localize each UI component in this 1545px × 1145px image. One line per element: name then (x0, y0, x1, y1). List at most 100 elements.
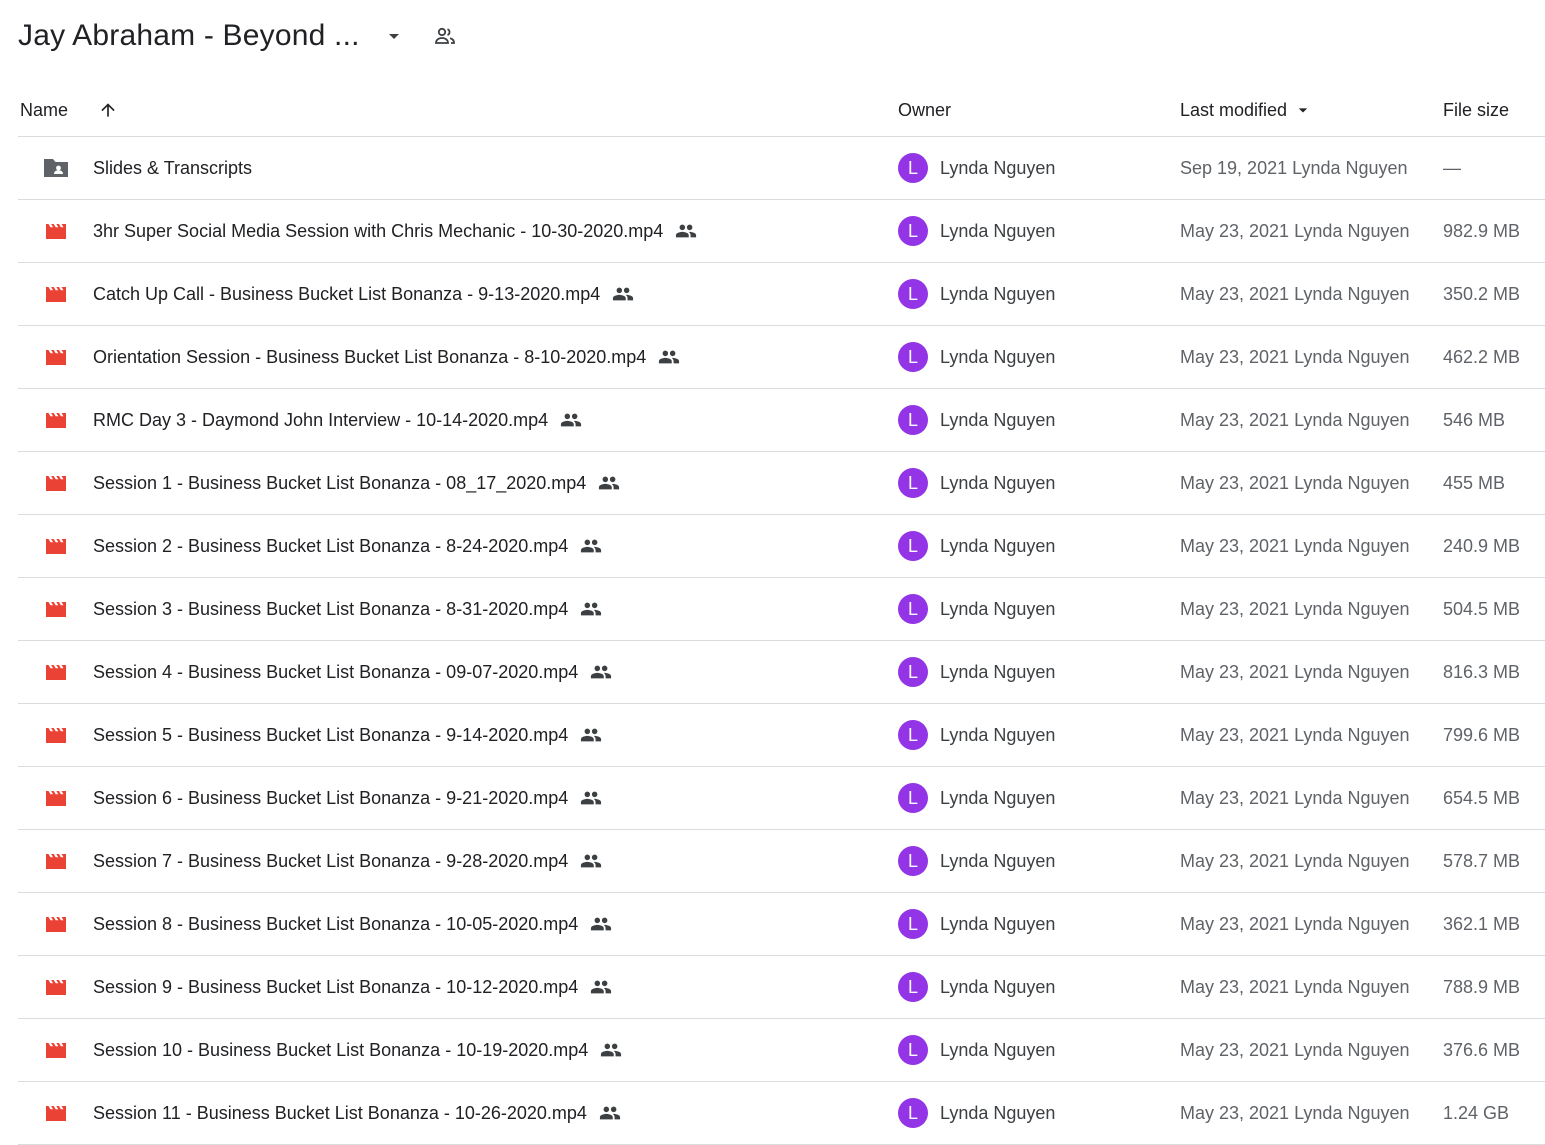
file-name-cell[interactable]: Session 11 - Business Bucket List Bonanz… (93, 1082, 621, 1144)
file-name: Session 6 - Business Bucket List Bonanza… (93, 787, 569, 808)
file-row[interactable]: Session 4 - Business Bucket List Bonanza… (18, 641, 1545, 704)
file-name: Session 9 - Business Bucket List Bonanza… (93, 976, 579, 997)
file-size: — (1443, 157, 1461, 178)
avatar[interactable]: L (898, 909, 928, 939)
file-row[interactable]: Session 5 - Business Bucket List Bonanza… (18, 704, 1545, 767)
file-size: 350.2 MB (1443, 283, 1521, 304)
avatar[interactable]: L (898, 216, 928, 246)
last-modified: May 23, 2021 Lynda Nguyen (1180, 409, 1410, 430)
file-size: 788.9 MB (1443, 976, 1521, 997)
owner-cell: L Lynda Nguyen (898, 326, 1055, 388)
file-row[interactable]: Session 11 - Business Bucket List Bonanz… (18, 1082, 1545, 1145)
avatar[interactable]: L (898, 720, 928, 750)
file-row[interactable]: Session 10 - Business Bucket List Bonanz… (18, 1019, 1545, 1082)
file-name-cell[interactable]: Session 1 - Business Bucket List Bonanza… (93, 452, 620, 514)
avatar[interactable]: L (898, 153, 928, 183)
last-modified: May 23, 2021 Lynda Nguyen (1180, 850, 1410, 871)
file-type-icon-cell (42, 767, 70, 829)
file-name: Session 1 - Business Bucket List Bonanza… (93, 472, 587, 493)
video-file-icon (44, 598, 68, 620)
column-header-name[interactable]: Name (20, 84, 118, 136)
owner-cell: L Lynda Nguyen (898, 704, 1055, 766)
arrow-upward-icon[interactable] (98, 100, 118, 120)
avatar[interactable]: L (898, 1035, 928, 1065)
file-name: Session 5 - Business Bucket List Bonanza… (93, 724, 569, 745)
column-header-file-size[interactable]: File size (1443, 84, 1509, 136)
file-size: 799.6 MB (1443, 724, 1521, 745)
file-name-cell[interactable]: Session 3 - Business Bucket List Bonanza… (93, 578, 602, 640)
file-size: 504.5 MB (1443, 598, 1521, 619)
avatar[interactable]: L (898, 531, 928, 561)
file-name-cell[interactable]: Session 2 - Business Bucket List Bonanza… (93, 515, 602, 577)
owner-cell: L Lynda Nguyen (898, 956, 1055, 1018)
owner-name: Lynda Nguyen (940, 283, 1056, 304)
avatar[interactable]: L (898, 846, 928, 876)
file-row[interactable]: Session 3 - Business Bucket List Bonanza… (18, 578, 1545, 641)
file-name: Session 7 - Business Bucket List Bonanza… (93, 850, 569, 871)
arrow-drop-down-icon[interactable] (1293, 100, 1313, 120)
file-name-cell[interactable]: Orientation Session - Business Bucket Li… (93, 326, 680, 388)
avatar[interactable]: L (898, 972, 928, 1002)
avatar[interactable]: L (898, 783, 928, 813)
owner-name: Lynda Nguyen (940, 787, 1056, 808)
file-row[interactable]: Slides & Transcripts L Lynda Nguyen Sep … (18, 137, 1545, 200)
avatar[interactable]: L (898, 594, 928, 624)
owner-name: Lynda Nguyen (940, 157, 1056, 178)
owner-name: Lynda Nguyen (940, 535, 1056, 556)
last-modified: May 23, 2021 Lynda Nguyen (1180, 661, 1410, 682)
file-row[interactable]: Catch Up Call - Business Bucket List Bon… (18, 263, 1545, 326)
file-name: 3hr Super Social Media Session with Chri… (93, 220, 664, 241)
video-file-icon (44, 661, 68, 683)
file-name-cell[interactable]: Session 6 - Business Bucket List Bonanza… (93, 767, 602, 829)
file-name-cell[interactable]: Session 4 - Business Bucket List Bonanza… (93, 641, 612, 703)
file-name: Session 11 - Business Bucket List Bonanz… (93, 1102, 587, 1123)
column-header-last-modified[interactable]: Last modified (1180, 84, 1313, 136)
avatar[interactable]: L (898, 405, 928, 435)
file-type-icon-cell (42, 1019, 70, 1081)
avatar[interactable]: L (898, 468, 928, 498)
file-row[interactable]: Session 6 - Business Bucket List Bonanza… (18, 767, 1545, 830)
file-row[interactable]: Session 2 - Business Bucket List Bonanza… (18, 515, 1545, 578)
file-name: Catch Up Call - Business Bucket List Bon… (93, 283, 601, 304)
last-modified: May 23, 2021 Lynda Nguyen (1180, 535, 1410, 556)
file-name-cell[interactable]: Session 10 - Business Bucket List Bonanz… (93, 1019, 622, 1081)
file-row[interactable]: Session 7 - Business Bucket List Bonanza… (18, 830, 1545, 893)
last-modified: May 23, 2021 Lynda Nguyen (1180, 976, 1410, 997)
file-name-cell[interactable]: 3hr Super Social Media Session with Chri… (93, 200, 697, 262)
file-row[interactable]: RMC Day 3 - Daymond John Interview - 10-… (18, 389, 1545, 452)
file-name-cell[interactable]: Catch Up Call - Business Bucket List Bon… (93, 263, 634, 325)
file-row[interactable]: Session 8 - Business Bucket List Bonanza… (18, 893, 1545, 956)
avatar[interactable]: L (898, 279, 928, 309)
last-modified: May 23, 2021 Lynda Nguyen (1180, 913, 1410, 934)
file-name: Session 8 - Business Bucket List Bonanza… (93, 913, 579, 934)
file-name: RMC Day 3 - Daymond John Interview - 10-… (93, 409, 549, 430)
file-row[interactable]: Orientation Session - Business Bucket Li… (18, 326, 1545, 389)
video-file-icon (44, 724, 68, 746)
owner-name: Lynda Nguyen (940, 472, 1056, 493)
shared-people-icon (598, 472, 620, 494)
file-name-cell[interactable]: Slides & Transcripts (93, 137, 252, 199)
file-row[interactable]: Session 1 - Business Bucket List Bonanza… (18, 452, 1545, 515)
video-file-icon (44, 1102, 68, 1124)
file-type-icon-cell (42, 1082, 70, 1144)
avatar[interactable]: L (898, 1098, 928, 1128)
file-size: 462.2 MB (1443, 346, 1521, 367)
file-name-cell[interactable]: Session 8 - Business Bucket List Bonanza… (93, 893, 612, 955)
owner-name: Lynda Nguyen (940, 598, 1056, 619)
last-modified: May 23, 2021 Lynda Nguyen (1180, 220, 1410, 241)
avatar[interactable]: L (898, 342, 928, 372)
avatar[interactable]: L (898, 657, 928, 687)
file-name-cell[interactable]: Session 5 - Business Bucket List Bonanza… (93, 704, 602, 766)
column-header-owner[interactable]: Owner (898, 84, 951, 136)
file-row[interactable]: 3hr Super Social Media Session with Chri… (18, 200, 1545, 263)
arrow-drop-down-icon[interactable] (382, 24, 406, 48)
file-name-cell[interactable]: Session 9 - Business Bucket List Bonanza… (93, 956, 612, 1018)
folder-title[interactable]: Jay Abraham - Beyond ... (18, 19, 360, 53)
file-row[interactable]: Session 9 - Business Bucket List Bonanza… (18, 956, 1545, 1019)
file-name: Session 4 - Business Bucket List Bonanza… (93, 661, 579, 682)
people-outline-icon[interactable] (432, 23, 458, 49)
file-name-cell[interactable]: RMC Day 3 - Daymond John Interview - 10-… (93, 389, 582, 451)
owner-cell: L Lynda Nguyen (898, 200, 1055, 262)
file-name-cell[interactable]: Session 7 - Business Bucket List Bonanza… (93, 830, 602, 892)
video-file-icon (44, 409, 68, 431)
